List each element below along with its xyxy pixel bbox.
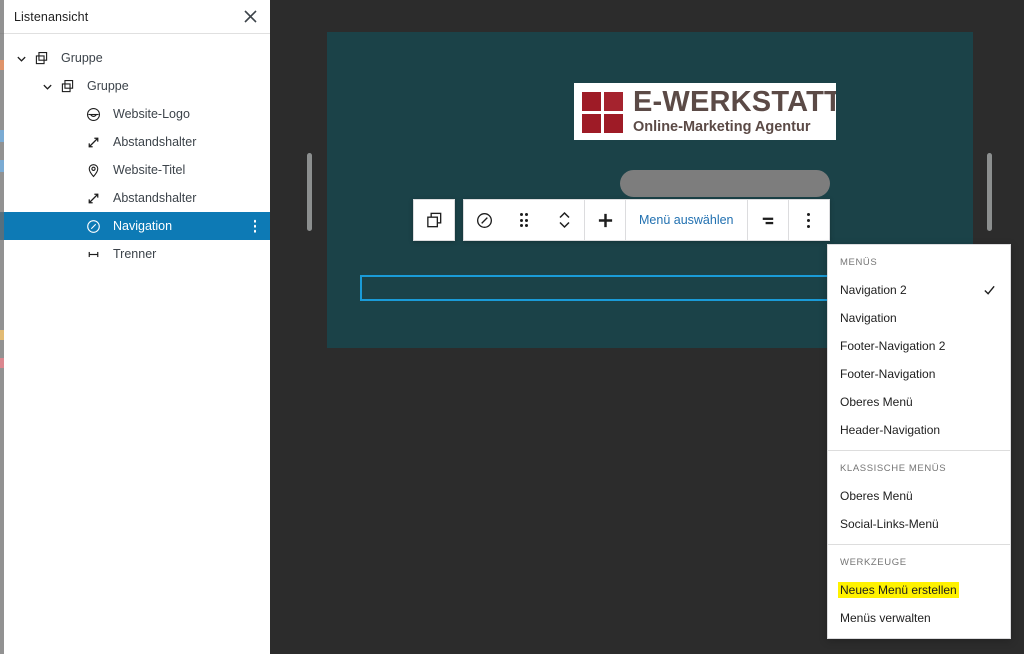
sidebar-title: Listenansicht xyxy=(14,9,89,24)
navigation-icon xyxy=(82,215,104,237)
check-icon xyxy=(983,284,996,297)
block-tree: Gruppe Gruppe Website-Logo Abstandshalter We… xyxy=(0,34,270,268)
block-tree-item-label: Gruppe xyxy=(87,79,129,93)
spacer-icon xyxy=(82,187,104,209)
toolbar-group-main: Menü auswählen xyxy=(463,199,830,241)
dropdown-item-navigation-2[interactable]: Navigation 2 xyxy=(828,276,1010,304)
dropdown-item-label: Navigation xyxy=(840,311,897,325)
dropdown-item-men-s-verwalten[interactable]: Menüs verwalten xyxy=(828,604,1010,632)
group-block-icon xyxy=(56,75,78,97)
dropdown-item-footer-navigation-2[interactable]: Footer-Navigation 2 xyxy=(828,332,1010,360)
logo-text: E-WERKSTATT Online-Marketing Agentur xyxy=(633,88,836,135)
group-block-icon xyxy=(30,47,52,69)
block-tree-item-gruppe[interactable]: Gruppe xyxy=(0,44,270,72)
dropdown-item-label: Navigation 2 xyxy=(840,283,907,297)
block-tree-item-label: Website-Logo xyxy=(113,107,190,121)
dropdown-item-label: Oberes Menü xyxy=(840,395,913,409)
spacer-icon xyxy=(82,131,104,153)
dropdown-item-label: Footer-Navigation 2 xyxy=(840,339,946,353)
justify-items-icon[interactable] xyxy=(748,200,788,240)
group-block-icon[interactable] xyxy=(414,200,454,240)
editor-screen: Listenansicht Gruppe Gruppe Website-Logo Ab… xyxy=(0,0,1024,654)
dropdown-item-label: Menüs verwalten xyxy=(840,611,931,625)
menu-select-dropdown: MENÜS Navigation 2 Navigation Footer-Naviga… xyxy=(827,244,1011,639)
block-tree-item-website-logo[interactable]: Website-Logo xyxy=(0,100,270,128)
logo-main-text: E-WERKSTATT xyxy=(633,88,836,119)
list-view-sidebar: Listenansicht Gruppe Gruppe Website-Logo Ab… xyxy=(0,0,271,654)
toolbar-group-parent xyxy=(413,199,455,241)
dropdown-section-heading: KLASSISCHE MENÜS xyxy=(840,463,947,474)
dropdown-item-neues-men-erstellen[interactable]: Neues Menü erstellen xyxy=(828,576,1010,604)
dropdown-section: MENÜS Navigation 2 Navigation Footer-Naviga… xyxy=(828,245,1010,450)
dropdown-item-footer-navigation[interactable]: Footer-Navigation xyxy=(828,360,1010,388)
dropdown-item-header-navigation[interactable]: Header-Navigation xyxy=(828,416,1010,444)
dropdown-item-label: Social-Links-Menü xyxy=(840,517,939,531)
block-tree-item-label: Abstandshalter xyxy=(113,191,197,205)
plus-icon[interactable] xyxy=(585,200,625,240)
move-up-down-icon[interactable] xyxy=(544,200,584,240)
dropdown-item-label: Neues Menü erstellen xyxy=(838,582,959,598)
block-tree-item-label: Gruppe xyxy=(61,51,103,65)
block-tree-item-label: Website-Titel xyxy=(113,163,186,177)
logo-squares-icon xyxy=(582,91,624,133)
block-tree-item-website-titel[interactable]: Website-Titel xyxy=(0,156,270,184)
close-icon[interactable] xyxy=(238,5,262,29)
editor-canvas-area: E-WERKSTATT Online-Marketing Agentur Men… xyxy=(271,0,1024,654)
dropdown-item-social-links-men-[interactable]: Social-Links-Menü xyxy=(828,510,1010,538)
redacted-block xyxy=(620,170,830,197)
canvas-resize-handle-left[interactable] xyxy=(307,153,312,231)
dropdown-item-label: Oberes Menü xyxy=(840,489,913,503)
block-tree-item-abstandshalter[interactable]: Abstandshalter xyxy=(0,128,270,156)
chevron-down-icon[interactable] xyxy=(38,77,56,95)
block-tree-item-abstandshalter[interactable]: Abstandshalter xyxy=(0,184,270,212)
site-logo-icon xyxy=(82,103,104,125)
block-tree-item-label: Abstandshalter xyxy=(113,135,197,149)
block-tree-item-trenner[interactable]: Trenner xyxy=(0,240,270,268)
block-tree-item-label: Trenner xyxy=(113,247,157,261)
dropdown-section-heading: WERKZEUGE xyxy=(840,557,907,568)
dropdown-item-label: Footer-Navigation xyxy=(840,367,936,381)
site-logo[interactable]: E-WERKSTATT Online-Marketing Agentur xyxy=(574,83,836,140)
navigation-icon[interactable] xyxy=(464,200,504,240)
select-menu-button[interactable]: Menü auswählen xyxy=(626,200,747,240)
block-tree-item-gruppe[interactable]: Gruppe xyxy=(0,72,270,100)
block-toolbar: Menü auswählen xyxy=(413,199,830,241)
more-options-icon[interactable] xyxy=(789,200,829,240)
dropdown-item-label: Header-Navigation xyxy=(840,423,941,437)
block-tree-item-navigation[interactable]: Navigation xyxy=(0,212,270,240)
drag-handle-icon[interactable] xyxy=(504,200,544,240)
dropdown-item-oberes-men-[interactable]: Oberes Menü xyxy=(828,482,1010,510)
dropdown-section: KLASSISCHE MENÜS Oberes Menü Social-Links-… xyxy=(828,450,1010,544)
site-title-pin-icon xyxy=(82,159,104,181)
canvas-resize-handle-right[interactable] xyxy=(987,153,992,231)
logo-sub-text: Online-Marketing Agentur xyxy=(633,119,811,135)
dropdown-item-oberes-men-[interactable]: Oberes Menü xyxy=(828,388,1010,416)
block-row-more-options-icon[interactable] xyxy=(253,219,256,233)
dropdown-section-heading: MENÜS xyxy=(840,257,878,268)
dropdown-item-navigation[interactable]: Navigation xyxy=(828,304,1010,332)
chevron-down-icon[interactable] xyxy=(12,49,30,67)
separator-icon xyxy=(82,243,104,265)
dropdown-section: WERKZEUGE Neues Menü erstellen Menüs verwa… xyxy=(828,544,1010,638)
window-edge-artifact xyxy=(0,0,4,654)
block-tree-item-label: Navigation xyxy=(113,219,173,233)
sidebar-header: Listenansicht xyxy=(0,0,270,34)
